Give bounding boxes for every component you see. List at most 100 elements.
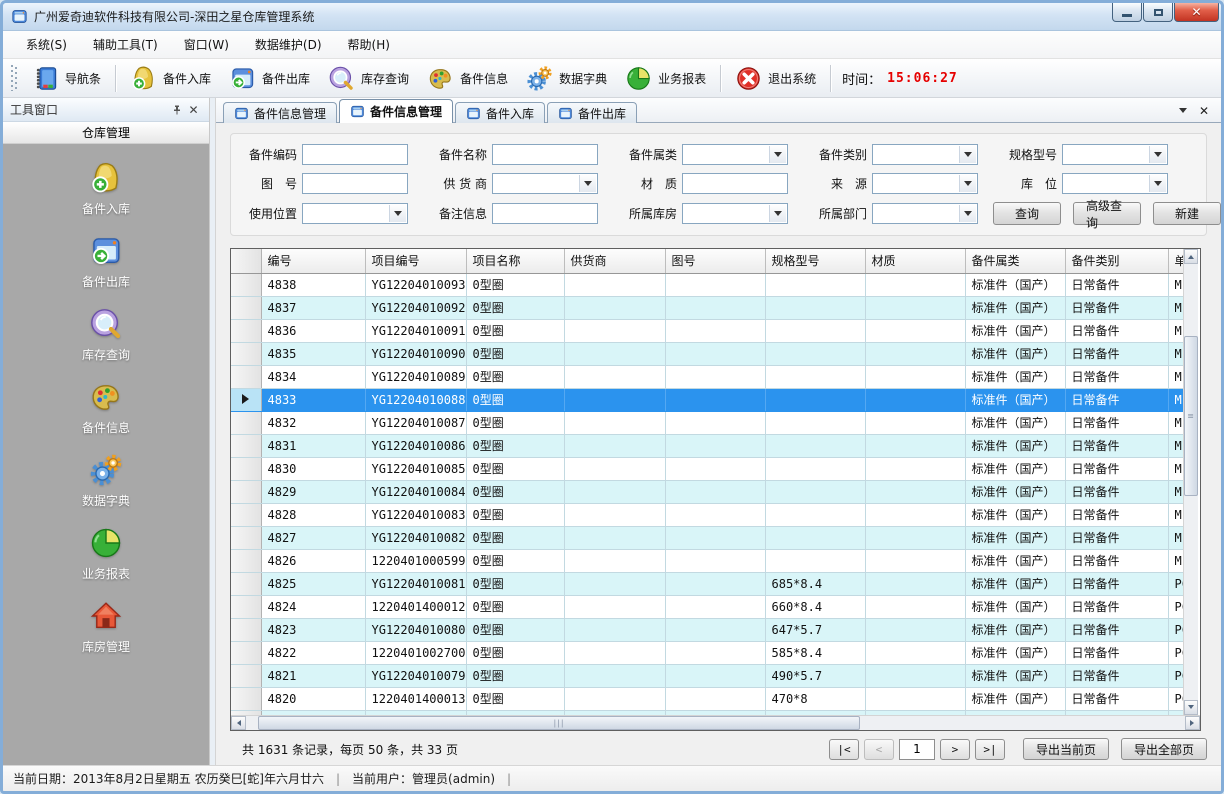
tab-1[interactable]: 备件信息管理 [339, 99, 453, 123]
chevron-down-icon[interactable] [1179, 108, 1187, 117]
grid-cell[interactable]: 0型圈 [466, 434, 564, 457]
search-text-input[interactable] [492, 144, 598, 165]
grid-cell[interactable] [564, 457, 665, 480]
search-select[interactable] [1062, 173, 1168, 194]
grid-cell[interactable] [665, 526, 765, 549]
search-select[interactable] [682, 203, 788, 224]
grid-cell[interactable] [564, 641, 665, 664]
toolbar-button-exit[interactable]: 退出系统 [726, 62, 825, 95]
column-header-7[interactable]: 备件属类 [965, 249, 1065, 273]
grid-cell[interactable]: 标准件（国产） [965, 641, 1065, 664]
grid-cell[interactable]: 日常备件 [1065, 618, 1168, 641]
close-button[interactable]: ✕ [1174, 3, 1219, 22]
grid-cell[interactable]: M [1168, 319, 1183, 342]
grid-cell[interactable]: PC [1168, 618, 1183, 641]
grid-cell[interactable]: M [1168, 434, 1183, 457]
grid-cell[interactable]: 4829 [261, 480, 365, 503]
tab-3[interactable]: 备件出库 [547, 102, 637, 123]
search-select[interactable] [872, 203, 978, 224]
grid-cell[interactable] [765, 434, 865, 457]
column-header-2[interactable]: 项目名称 [466, 249, 564, 273]
grid-cell[interactable] [261, 710, 365, 715]
grid-cell[interactable]: 日常备件 [1065, 342, 1168, 365]
grid-cell[interactable] [865, 526, 965, 549]
grid-cell[interactable]: 0型圈 [466, 664, 564, 687]
grid-cell[interactable]: YG12204010082 [365, 526, 466, 549]
scroll-right-button[interactable] [1185, 716, 1200, 730]
grid-cell[interactable]: 日常备件 [1065, 526, 1168, 549]
grid-cell[interactable] [665, 641, 765, 664]
grid-cell[interactable] [765, 457, 865, 480]
last-page-button[interactable]: >| [975, 739, 1005, 760]
search-text-input[interactable] [302, 144, 408, 165]
grid-cell[interactable]: 日常备件 [1065, 365, 1168, 388]
grid-cell[interactable]: 日常备件 [1065, 710, 1168, 715]
grid-cell[interactable] [665, 365, 765, 388]
grid-cell[interactable]: 标准件（国产） [965, 549, 1065, 572]
grid-cell[interactable] [665, 710, 765, 715]
grid-cell[interactable]: 日常备件 [1065, 549, 1168, 572]
grid-cell[interactable] [665, 503, 765, 526]
grid-cell[interactable]: 1220401400012 [365, 595, 466, 618]
grid-cell[interactable] [564, 503, 665, 526]
grid-cell[interactable] [665, 618, 765, 641]
row-selector-cell[interactable] [231, 687, 261, 710]
search-text-input[interactable] [492, 203, 598, 224]
grid-cell[interactable] [865, 549, 965, 572]
grid-cell[interactable]: 0型圈 [466, 457, 564, 480]
grid-cell[interactable] [865, 710, 965, 715]
grid-cell[interactable]: 0型圈 [466, 319, 564, 342]
grid-cell[interactable] [564, 549, 665, 572]
column-header-0[interactable]: 编号 [261, 249, 365, 273]
grid-cell[interactable]: 0型圈 [466, 503, 564, 526]
grid-cell[interactable]: 日常备件 [1065, 296, 1168, 319]
grid-cell[interactable]: 0型圈 [466, 549, 564, 572]
grid-cell[interactable] [765, 319, 865, 342]
grid-cell[interactable] [765, 273, 865, 296]
export-all-pages-button[interactable]: 导出全部页 [1121, 738, 1207, 760]
new-button[interactable]: 新建 [1153, 202, 1221, 225]
grid-cell[interactable]: M [1168, 296, 1183, 319]
grid-cell[interactable]: 日常备件 [1065, 572, 1168, 595]
grid-cell[interactable] [564, 480, 665, 503]
tab-2[interactable]: 备件入库 [455, 102, 545, 123]
grid-cell[interactable]: M [1168, 480, 1183, 503]
grid-cell[interactable]: 日常备件 [1065, 457, 1168, 480]
grid-cell[interactable] [665, 687, 765, 710]
grid-cell[interactable]: M [1168, 457, 1183, 480]
grid-cell[interactable]: 490*5.7 [765, 664, 865, 687]
grid-cell[interactable] [665, 549, 765, 572]
grid-cell[interactable] [865, 618, 965, 641]
toolbar-button-stock-in[interactable]: 备件入库 [121, 62, 220, 95]
grid-cell[interactable] [765, 503, 865, 526]
grid-cell[interactable]: 647*5.7 [765, 618, 865, 641]
grid-cell[interactable] [665, 434, 765, 457]
search-text-input[interactable] [302, 173, 408, 194]
grid-cell[interactable]: 4834 [261, 365, 365, 388]
grid-cell[interactable] [564, 365, 665, 388]
grid-cell[interactable]: YG12204010090 [365, 342, 466, 365]
grid-cell[interactable] [865, 457, 965, 480]
horizontal-scrollbar[interactable]: ||| [231, 715, 1200, 730]
grid-cell[interactable]: 4828 [261, 503, 365, 526]
grid-cell[interactable] [865, 388, 965, 411]
search-select[interactable] [302, 203, 408, 224]
sidebar-item-report[interactable]: 业务报表 [82, 526, 130, 582]
grid-cell[interactable] [665, 296, 765, 319]
grid-cell[interactable] [564, 296, 665, 319]
grid-cell[interactable] [564, 664, 665, 687]
grid-cell[interactable]: M [1168, 549, 1183, 572]
hscroll-thumb[interactable]: ||| [258, 716, 860, 730]
grid-cell[interactable]: 685*8.4 [765, 572, 865, 595]
grid-cell[interactable]: 0型圈 [466, 710, 564, 715]
grid-cell[interactable] [865, 595, 965, 618]
grid-cell[interactable] [865, 480, 965, 503]
grid-cell[interactable]: YG12204010084 [365, 480, 466, 503]
row-selector-cell[interactable] [231, 503, 261, 526]
toolbar-button-stock-query[interactable]: 库存查询 [319, 62, 418, 95]
grid-cell[interactable]: YG12204010089 [365, 365, 466, 388]
grid-cell[interactable]: 标准件（国产） [965, 434, 1065, 457]
search-select[interactable] [682, 144, 788, 165]
search-select[interactable] [492, 173, 598, 194]
grid-cell[interactable] [564, 526, 665, 549]
